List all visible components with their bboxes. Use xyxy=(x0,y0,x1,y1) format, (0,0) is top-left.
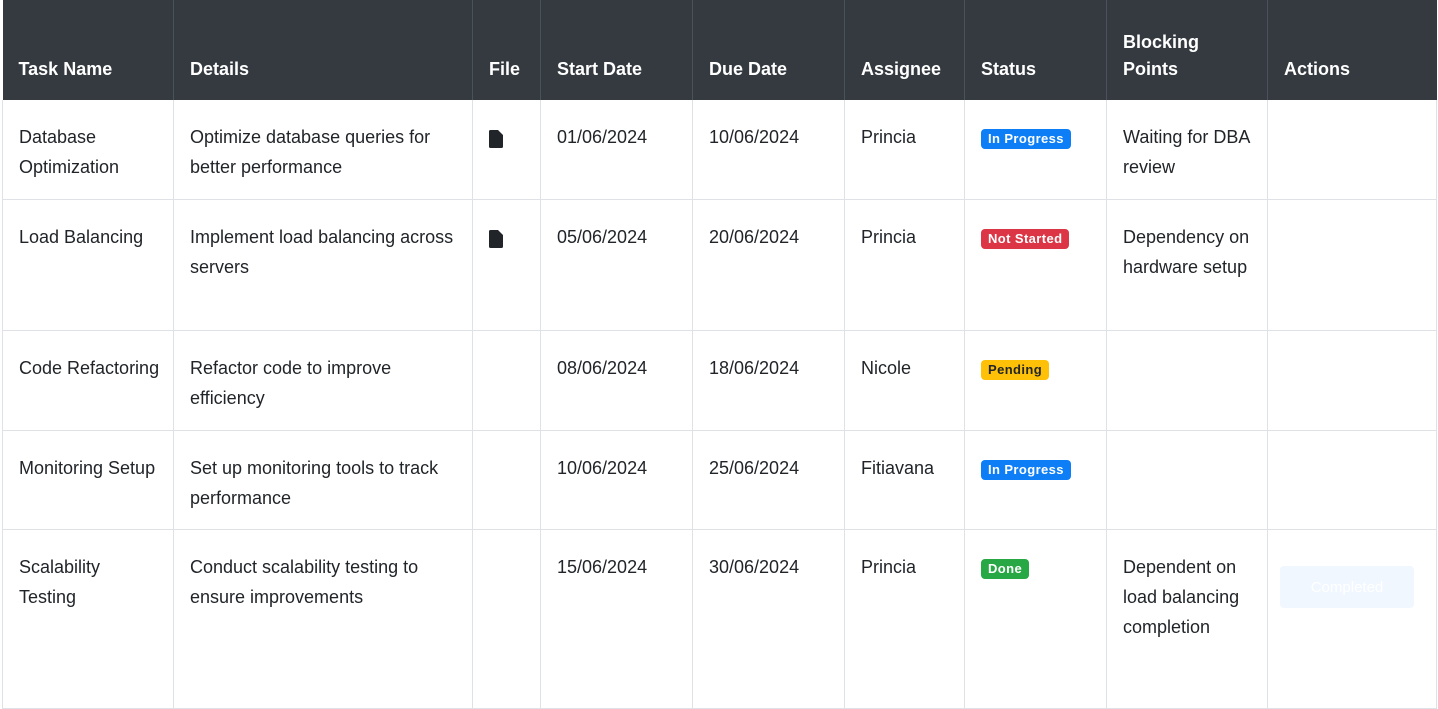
details-cell: Set up monitoring tools to track perform… xyxy=(173,430,473,530)
details-cell: Refactor code to improve efficiency xyxy=(173,330,473,431)
actions-cell xyxy=(1267,199,1437,331)
details-cell: Implement load balancing across servers xyxy=(173,199,473,331)
actions-cell xyxy=(1267,100,1437,200)
due-date-cell: 10/06/2024 xyxy=(692,100,845,200)
header-assignee: Assignee xyxy=(844,0,965,100)
details-cell: Optimize database queries for better per… xyxy=(173,100,473,200)
due-date-cell: 18/06/2024 xyxy=(692,330,845,431)
file-cell xyxy=(472,529,541,709)
status-badge: In Progress xyxy=(981,459,1071,480)
header-details: Details xyxy=(173,0,473,100)
header-file: File xyxy=(472,0,541,100)
status-badge: Not Started xyxy=(981,228,1070,249)
header-blocking-points: Blocking Points xyxy=(1106,0,1268,100)
task-table: Task Name Details File Start Date Due Da… xyxy=(2,0,1437,709)
file-icon[interactable] xyxy=(489,127,503,148)
task-table-container: Task Name Details File Start Date Due Da… xyxy=(2,0,1437,709)
start-date-cell: 01/06/2024 xyxy=(540,100,693,200)
header-status: Status xyxy=(964,0,1107,100)
table-row: Scalability Testing Conduct scalability … xyxy=(2,529,1437,709)
task-name-cell: Scalability Testing xyxy=(2,529,174,709)
start-date-cell: 05/06/2024 xyxy=(540,199,693,331)
actions-cell xyxy=(1267,430,1437,530)
status-cell: Not Started xyxy=(964,199,1107,331)
start-date-cell: 08/06/2024 xyxy=(540,330,693,431)
table-row: Load Balancing Implement load balancing … xyxy=(2,199,1437,331)
task-name-cell: Load Balancing xyxy=(2,199,174,331)
blocking-points-cell: Dependent on load balancing completion xyxy=(1106,529,1268,709)
actions-cell: Completed xyxy=(1267,529,1437,709)
blocking-points-cell xyxy=(1106,430,1268,530)
blocking-points-cell xyxy=(1106,330,1268,431)
completed-button[interactable]: Completed xyxy=(1280,565,1414,608)
status-cell: Pending xyxy=(964,330,1107,431)
status-badge: In Progress xyxy=(981,129,1071,149)
task-name-cell: Monitoring Setup xyxy=(2,430,174,530)
task-name-cell: Database Optimization xyxy=(2,100,174,200)
table-body: Database Optimization Optimize database … xyxy=(2,100,1437,709)
assignee-cell: Princia xyxy=(844,529,965,709)
table-row: Code Refactoring Refactor code to improv… xyxy=(2,330,1437,431)
table-row: Monitoring Setup Set up monitoring tools… xyxy=(2,430,1437,530)
assignee-cell: Fitiavana xyxy=(844,430,965,530)
due-date-cell: 20/06/2024 xyxy=(692,199,845,331)
table-row: Database Optimization Optimize database … xyxy=(2,100,1437,200)
due-date-cell: 30/06/2024 xyxy=(692,529,845,709)
table-header: Task Name Details File Start Date Due Da… xyxy=(2,0,1437,100)
status-badge: Pending xyxy=(981,359,1050,380)
file-cell xyxy=(472,100,541,200)
header-start-date: Start Date xyxy=(540,0,693,100)
actions-cell xyxy=(1267,330,1437,431)
status-cell: In Progress xyxy=(964,430,1107,530)
status-badge: Done xyxy=(981,558,1030,579)
file-cell xyxy=(472,330,541,431)
header-task-name: Task Name xyxy=(18,59,113,79)
file-cell xyxy=(472,430,541,530)
status-cell: In Progress xyxy=(964,100,1107,200)
task-name-cell: Code Refactoring xyxy=(2,330,174,431)
assignee-cell: Nicole xyxy=(844,330,965,431)
assignee-cell: Princia xyxy=(844,100,965,200)
header-due-date: Due Date xyxy=(692,0,845,100)
header-actions: Actions xyxy=(1267,0,1437,100)
assignee-cell: Princia xyxy=(844,199,965,331)
file-cell xyxy=(472,199,541,331)
details-cell: Conduct scalability testing to ensure im… xyxy=(173,529,473,709)
status-cell: Done xyxy=(964,529,1107,709)
start-date-cell: 15/06/2024 xyxy=(540,529,693,709)
due-date-cell: 25/06/2024 xyxy=(692,430,845,530)
blocking-points-cell: Waiting for DBA review xyxy=(1106,100,1268,200)
blocking-points-cell: Dependency on hardware setup xyxy=(1106,199,1268,331)
start-date-cell: 10/06/2024 xyxy=(540,430,693,530)
file-icon[interactable] xyxy=(489,227,503,248)
header-row: Task Name Details File Start Date Due Da… xyxy=(2,0,1437,100)
